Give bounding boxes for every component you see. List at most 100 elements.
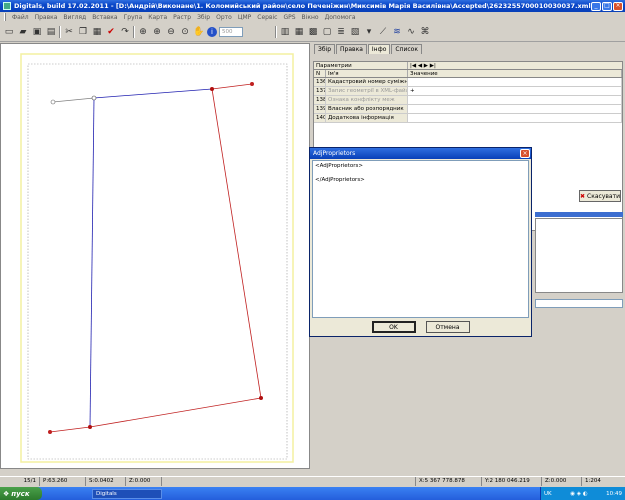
dialog-close-button[interactable]: × xyxy=(520,149,530,158)
main-toolbar: ▭ ▰ ▣ ▤ ✂ ❐ ▦ ✔ ↷ ⊕ ⊕ ⊖ ⊙ ✋ i 500 ▥ ▦ ▩ … xyxy=(0,22,625,42)
toolbar-separator xyxy=(59,25,61,38)
menu-ortho[interactable]: Орто xyxy=(216,14,232,21)
menu-gps[interactable]: GPS xyxy=(283,14,295,21)
grid-column-header: N Ім'я Значение xyxy=(314,70,622,78)
line-style-icon[interactable]: ≋ xyxy=(391,26,403,38)
vector-icon[interactable]: ⌘ xyxy=(419,26,431,38)
cancel-panel-button[interactable]: ✖ Скасувати xyxy=(579,190,621,202)
save-icon[interactable]: ▣ xyxy=(31,26,43,38)
menu-service[interactable]: Сервіс xyxy=(257,14,277,21)
tray-icons[interactable]: ◉ ◈ ◐ xyxy=(570,491,587,497)
menu-edit[interactable]: Правка xyxy=(35,14,58,21)
minimize-button[interactable]: _ xyxy=(591,1,601,11)
layer-combo[interactable] xyxy=(535,299,623,308)
zoom-layer-icon[interactable]: ⊕ xyxy=(137,26,149,38)
close-button[interactable]: × xyxy=(613,1,623,11)
start-button[interactable]: ❖ пуск xyxy=(0,487,42,500)
tab-edit[interactable]: Правка xyxy=(336,44,367,54)
new-file-icon[interactable]: ▭ xyxy=(3,26,15,38)
objects-list[interactable] xyxy=(535,218,623,293)
status-p: P:63.260 xyxy=(40,476,86,486)
table-row[interactable]: 138 Ознака конфлікту меж xyxy=(314,96,622,105)
table-row[interactable]: 137 Запис геометрії в XML-файл + xyxy=(314,87,622,96)
open-folder-icon[interactable]: ▰ xyxy=(17,26,29,38)
grid-icon[interactable]: ▩ xyxy=(307,26,319,38)
zoom-out-icon[interactable]: ⊖ xyxy=(165,26,177,38)
row-name: Запис геометрії в XML-файл xyxy=(326,87,408,95)
row-value[interactable]: + xyxy=(408,87,622,95)
toolbar-separator xyxy=(133,25,135,38)
menu-map[interactable]: Карта xyxy=(148,14,167,21)
column-value[interactable]: Значение xyxy=(408,70,622,77)
menu-insert[interactable]: Вставка xyxy=(92,14,117,21)
info-icon[interactable]: i xyxy=(207,26,217,37)
curve-icon[interactable]: ∿ xyxy=(405,26,417,38)
dropdown-icon[interactable]: ▾ xyxy=(363,26,375,38)
menu-view[interactable]: Вигляд xyxy=(63,14,86,21)
dialog-title: AdjProprietors xyxy=(313,150,356,157)
vertex-point xyxy=(50,99,56,105)
lang-indicator[interactable]: UK xyxy=(544,491,552,497)
row-number: 139 xyxy=(314,105,326,113)
menu-group[interactable]: Група xyxy=(124,14,143,21)
cut-icon[interactable]: ✂ xyxy=(63,26,75,38)
zoom-in-icon[interactable]: ⊕ xyxy=(151,26,163,38)
row-value[interactable] xyxy=(408,78,622,86)
zoom-window-icon[interactable]: ⊙ xyxy=(179,26,191,38)
row-value[interactable] xyxy=(408,105,622,113)
task-label: Digitals xyxy=(96,490,117,497)
menu-dem[interactable]: ЦМР xyxy=(238,14,251,21)
vertex-point xyxy=(259,396,263,400)
status-page: 15/1 xyxy=(0,476,40,486)
vertex-point xyxy=(91,95,97,101)
taskbar: ❖ пуск Digitals UK ◉ ◈ ◐ 10:49 xyxy=(0,487,625,500)
dialog-buttons: OK Отмена xyxy=(310,321,531,333)
maximize-button[interactable]: □ xyxy=(602,1,612,11)
scale-input[interactable]: 500 xyxy=(219,26,243,37)
row-number: 140 xyxy=(314,114,326,122)
table-row[interactable]: 136 Кадастровий номер суміжної ка xyxy=(314,78,622,87)
toolbar-separator xyxy=(275,25,277,38)
tab-collect[interactable]: Збір xyxy=(314,44,336,54)
copy-icon[interactable]: ❐ xyxy=(77,26,89,38)
tab-info[interactable]: Інфо xyxy=(367,44,391,54)
measure-icon[interactable]: ⟋ xyxy=(377,26,389,38)
selection-strip xyxy=(535,212,623,217)
menu-collect[interactable]: Збір xyxy=(197,14,210,21)
tab-list[interactable]: Список xyxy=(391,44,422,54)
window-icon[interactable]: ▢ xyxy=(321,26,333,38)
row-name: Додаткова інформація xyxy=(326,114,408,122)
table-row[interactable]: 139 Власник або розпорядник xyxy=(314,105,622,114)
menu-window[interactable]: Вікно xyxy=(302,14,319,21)
blocks-icon[interactable]: ▧ xyxy=(349,26,361,38)
dialog-cancel-button[interactable]: Отмена xyxy=(425,321,470,333)
row-value[interactable] xyxy=(408,114,622,122)
grid-nav[interactable]: |◀ ◀ ▶ ▶| xyxy=(408,62,448,69)
table-icon[interactable]: ▦ xyxy=(293,26,305,38)
row-name: Кадастровий номер суміжної ка xyxy=(326,78,408,86)
paste-icon[interactable]: ▦ xyxy=(91,26,103,38)
column-name[interactable]: Ім'я xyxy=(326,70,408,77)
row-value[interactable] xyxy=(408,96,622,104)
redo-icon[interactable]: ↷ xyxy=(119,26,131,38)
map-canvas[interactable] xyxy=(0,43,310,469)
menu-help[interactable]: Допомога xyxy=(325,14,356,21)
table-row[interactable]: 140 Додаткова інформація xyxy=(314,114,622,123)
parcel-edge-right xyxy=(211,88,262,399)
taskbar-item-digitals[interactable]: Digitals xyxy=(92,488,162,499)
pan-hand-icon[interactable]: ✋ xyxy=(193,26,205,38)
layers-icon[interactable]: ▥ xyxy=(279,26,291,38)
check-icon[interactable]: ✔ xyxy=(105,26,117,38)
column-n[interactable]: N xyxy=(314,70,326,77)
ok-button[interactable]: OK xyxy=(371,321,416,333)
xml-open-tag: <AdjProprietors> xyxy=(315,163,363,169)
menu-raster[interactable]: Растр xyxy=(173,14,191,21)
status-z: Z:0.000 xyxy=(126,476,162,486)
parcel-edge-bottom-ext xyxy=(49,426,91,433)
row-name: Власник або розпорядник xyxy=(326,105,408,113)
parcel-edge-top-ext xyxy=(211,83,253,90)
print-icon[interactable]: ▤ xyxy=(45,26,57,38)
dialog-text-area[interactable]: <AdjProprietors> </AdjProprietors> xyxy=(312,160,529,318)
menu-file[interactable]: Файл xyxy=(12,14,29,21)
list-icon[interactable]: ≣ xyxy=(335,26,347,38)
